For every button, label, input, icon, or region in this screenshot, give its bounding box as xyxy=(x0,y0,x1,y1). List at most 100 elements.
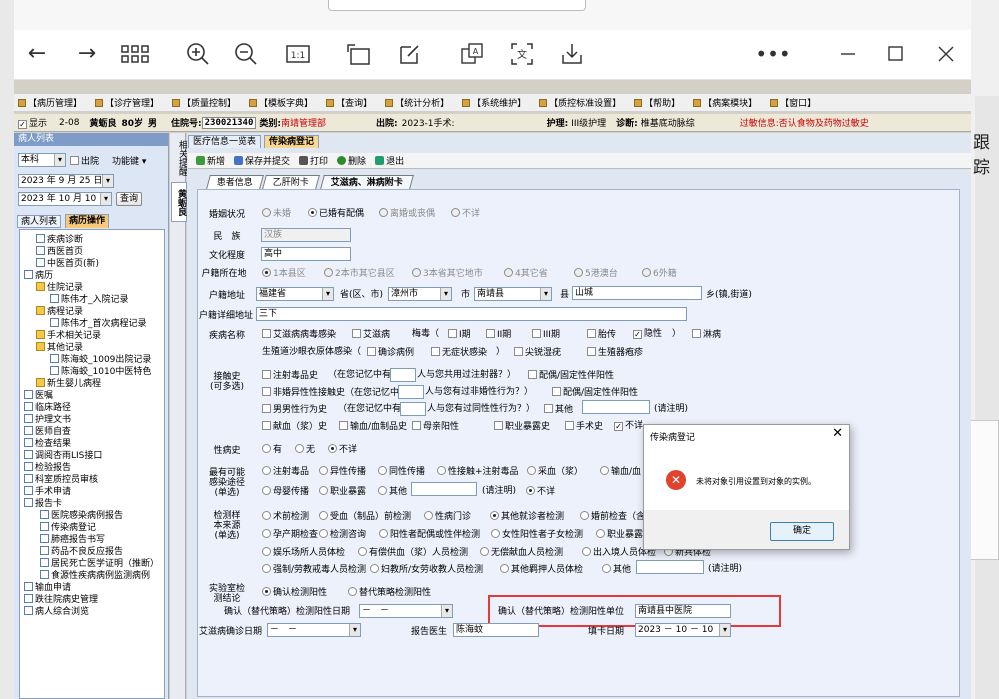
contact-option[interactable]: 输血/血制品史 xyxy=(339,421,407,433)
contact-option[interactable]: 手术史 xyxy=(565,421,603,433)
source-option[interactable]: 阳性者配偶或性伴检测 xyxy=(379,529,480,541)
menu-item[interactable]: 【模板字典】 xyxy=(249,96,313,109)
vtab-reminder[interactable]: 相关提醒 xyxy=(171,138,187,178)
tree-node[interactable]: 病程记录 xyxy=(36,306,83,317)
rotate-icon[interactable] xyxy=(344,40,374,68)
tree-node[interactable]: 药品不良反应报告 xyxy=(40,546,123,557)
tree-node[interactable]: 住院记录 xyxy=(36,282,83,293)
lab-option[interactable]: 替代策略检测阳性 xyxy=(348,587,431,599)
zoom-out-icon[interactable] xyxy=(232,40,260,68)
residence-option[interactable]: 1本县区 xyxy=(262,268,306,280)
residence-option[interactable]: 4其它省 xyxy=(504,268,548,280)
source-option[interactable]: 受血（制品）前检测 xyxy=(319,511,411,523)
tree-node[interactable]: 肺癌报告书写 xyxy=(40,534,105,545)
disease-option[interactable]: 淋病 xyxy=(692,329,721,341)
zoom-in-icon[interactable] xyxy=(184,40,212,68)
tree-node[interactable]: 陈海蛟_1009出院记录 xyxy=(50,354,151,365)
source-option[interactable]: 其他就诊者检测 xyxy=(490,511,564,523)
town-field[interactable]: 山城 xyxy=(572,286,702,300)
route-option[interactable]: 性接触+注射毒品 xyxy=(437,466,519,478)
tree-node[interactable]: 科室质控员审核 xyxy=(24,474,98,485)
more-icon[interactable]: ••• xyxy=(755,40,790,68)
province-select[interactable]: 福建省 xyxy=(256,287,334,301)
contact-heterosexual[interactable]: 非婚异性性接触史（在您记忆中有 xyxy=(262,387,408,399)
aids-date-picker[interactable]: － － xyxy=(267,623,361,637)
route-option[interactable]: 输血/血 xyxy=(600,466,641,478)
route-option[interactable]: 职业暴露 xyxy=(319,486,366,498)
contact-msm[interactable]: 男男性行为史 xyxy=(262,404,327,416)
route-option[interactable]: 注射毒品 xyxy=(262,466,309,478)
county-select[interactable]: 南靖县 xyxy=(474,287,552,301)
tree-node[interactable]: 西医首页 xyxy=(36,246,83,257)
city-select[interactable]: 漳州市 xyxy=(388,287,452,301)
dialog-ok-button[interactable]: 确定 xyxy=(770,522,834,541)
source-option[interactable]: 有偿供血（浆）人员检测 xyxy=(358,547,468,559)
tree-node[interactable]: 病历 xyxy=(24,270,53,281)
tree-node[interactable]: 手术相关记录 xyxy=(36,330,101,341)
ethnic-field[interactable]: 汉族 xyxy=(261,228,351,242)
date-to-picker[interactable]: 2023 年 10 月 10 xyxy=(18,192,112,206)
source-option[interactable]: 检测咨询 xyxy=(319,529,366,541)
disease-option[interactable]: 无症状感染 xyxy=(431,347,487,359)
tab-record-ops[interactable]: 病历操作 xyxy=(65,214,110,228)
menu-item[interactable]: 【病历管理】 xyxy=(18,96,82,109)
source-option[interactable]: 孕产期检查 xyxy=(262,529,318,541)
menu-item[interactable]: 【窗口】 xyxy=(770,96,816,109)
menu-item[interactable]: 【系统维护】 xyxy=(462,96,526,109)
source-option[interactable]: 妇教所/女劳收教人员检测 xyxy=(370,564,483,576)
disease-option[interactable]: 尖锐湿疣 xyxy=(514,347,561,359)
source-option[interactable]: 其他羁押人员体检 xyxy=(500,564,583,576)
tree-node[interactable]: 报告卡 xyxy=(24,498,62,509)
tab-patient-list[interactable]: 病人列表 xyxy=(17,215,62,228)
menu-item[interactable]: 【病案模块】 xyxy=(693,96,757,109)
delete-button[interactable]: 删除 xyxy=(337,154,366,167)
function-key-menu[interactable]: 功能键 ▾ xyxy=(112,154,146,167)
download-icon[interactable] xyxy=(558,40,586,68)
source-other-field[interactable] xyxy=(636,560,704,574)
residence-option[interactable]: 6外籍 xyxy=(642,268,677,280)
menu-item[interactable]: 【质控标准设置】 xyxy=(539,96,621,109)
tree-node[interactable]: 中医首页(新) xyxy=(36,258,99,269)
route-option[interactable]: 母婴传播 xyxy=(262,486,309,498)
tree-node[interactable]: 医师自查 xyxy=(24,426,71,437)
residence-option[interactable]: 2本市其它县区 xyxy=(324,268,395,280)
fill-date-picker[interactable]: 2023 － 10 － 10 xyxy=(635,623,731,637)
disease-option[interactable]: III期 xyxy=(532,329,560,341)
contact-option[interactable]: ✓ 不详 xyxy=(614,421,643,432)
menu-item[interactable]: 【质量控制】 xyxy=(172,96,236,109)
address-detail-field[interactable]: 三下 xyxy=(256,307,687,321)
source-option[interactable]: 职业暴露 xyxy=(596,529,643,541)
print-button[interactable]: 打印 xyxy=(299,154,328,167)
save-submit-button[interactable]: 保存并提交 xyxy=(234,154,290,167)
contact-option[interactable]: 职业暴露史 xyxy=(494,421,550,433)
std-option[interactable]: 无 xyxy=(295,444,315,456)
tree-node[interactable]: 输血申请 xyxy=(24,582,71,593)
contact1-count[interactable] xyxy=(390,368,416,382)
marriage-option[interactable]: 未婚 xyxy=(262,208,291,220)
source-option[interactable]: 强制/劳教戒毒人员检测 xyxy=(262,564,366,576)
menu-item[interactable]: 【查询】 xyxy=(326,96,372,109)
tab-hepatitis-b-card[interactable]: 乙肝附卡 xyxy=(262,175,320,189)
disease-option[interactable]: 确诊病例 xyxy=(367,347,414,359)
marriage-option[interactable]: 不详 xyxy=(451,208,480,220)
tree-node[interactable]: 调阅杏雨LIS接口 xyxy=(24,450,102,461)
grid-icon[interactable] xyxy=(118,40,152,68)
disease-option[interactable]: 生殖器疱疹 xyxy=(587,347,643,359)
std-option[interactable]: 不详 xyxy=(328,444,357,456)
tree-node[interactable]: 食源性疾病病例监测病例 xyxy=(40,570,150,581)
forward-icon[interactable]: → xyxy=(74,40,100,68)
route-option[interactable]: 其他 xyxy=(378,486,407,498)
menu-item[interactable]: 【诊疗管理】 xyxy=(95,96,159,109)
reporter-field[interactable]: 陈海蚊 xyxy=(453,623,539,637)
contact-other[interactable]: 其他 xyxy=(544,404,573,416)
residence-option[interactable]: 3本省其它地市 xyxy=(412,268,483,280)
tree-node[interactable]: 医院感染病例报告 xyxy=(40,510,123,521)
tree-node[interactable]: 手术申请 xyxy=(24,486,71,497)
back-icon[interactable]: ← xyxy=(24,40,50,68)
vtab-patient[interactable]: 黄蛎良 xyxy=(171,182,187,222)
tree-node[interactable]: 检查结果 xyxy=(24,438,71,449)
source-option[interactable]: 术前检测 xyxy=(262,511,309,523)
std-option[interactable]: 有 xyxy=(262,444,282,456)
close-icon[interactable] xyxy=(934,40,958,68)
query-button[interactable]: 查询 xyxy=(116,192,142,206)
